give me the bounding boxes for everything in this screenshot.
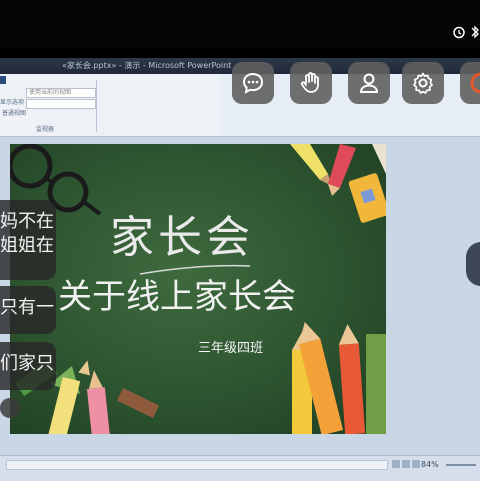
floating-side-button[interactable]	[466, 242, 480, 286]
chat-bubble[interactable]: 们家只	[0, 342, 56, 390]
record-icon	[470, 72, 480, 94]
chat-bubble[interactable]: 只有一	[0, 286, 56, 334]
chat-icon	[242, 72, 264, 94]
ribbon-field-1[interactable]: 使用当前的视图	[26, 88, 96, 98]
ribbon-field-2[interactable]	[26, 99, 96, 109]
bluetooth-icon	[470, 24, 480, 39]
slide-subtitle[interactable]: 关于线上家长会	[58, 274, 358, 320]
zoom-slider[interactable]	[446, 464, 476, 466]
device-status-bar	[0, 0, 480, 48]
ribbon-divider	[96, 80, 97, 132]
chat-button[interactable]	[232, 62, 274, 104]
chalk-swoosh	[139, 264, 251, 275]
settings-button[interactable]	[402, 62, 444, 104]
zoom-level[interactable]: 84%	[421, 459, 443, 471]
ribbon-group-label: 监视器	[36, 126, 55, 133]
alarm-icon	[452, 24, 466, 39]
record-button[interactable]	[460, 62, 480, 104]
bottom-right-pencils	[292, 321, 386, 434]
participants-icon	[359, 73, 379, 93]
ribbon-view-label[interactable]: 普通视图	[2, 110, 42, 118]
slide-class-label[interactable]: 三年级四班	[198, 339, 278, 359]
ribbon-field-2-label: 显示选项	[0, 99, 25, 106]
chat-bubble[interactable]: 妈不在 姐姐在	[0, 200, 56, 280]
raise-hand-icon	[300, 72, 319, 93]
chat-bubble-line: 妈不在	[0, 211, 54, 232]
sorter-view-icon[interactable]	[402, 460, 410, 468]
normal-view-icon[interactable]	[392, 460, 400, 468]
horizontal-scrollbar[interactable]	[6, 460, 388, 470]
reading-view-icon[interactable]	[412, 460, 420, 468]
settings-icon	[413, 72, 433, 94]
participants-button[interactable]	[348, 62, 390, 104]
top-right-pencils	[290, 144, 386, 223]
chat-bubble-line: 们家只	[0, 353, 54, 374]
chat-bubble-line: 只有一	[0, 297, 54, 318]
chat-bubble-partial[interactable]	[0, 398, 20, 418]
raise-hand-button[interactable]	[290, 62, 332, 104]
slide-title[interactable]: 家长会	[110, 210, 290, 266]
ribbon-marker	[0, 76, 6, 84]
chat-bubble-line: 姐姐在	[0, 235, 54, 256]
